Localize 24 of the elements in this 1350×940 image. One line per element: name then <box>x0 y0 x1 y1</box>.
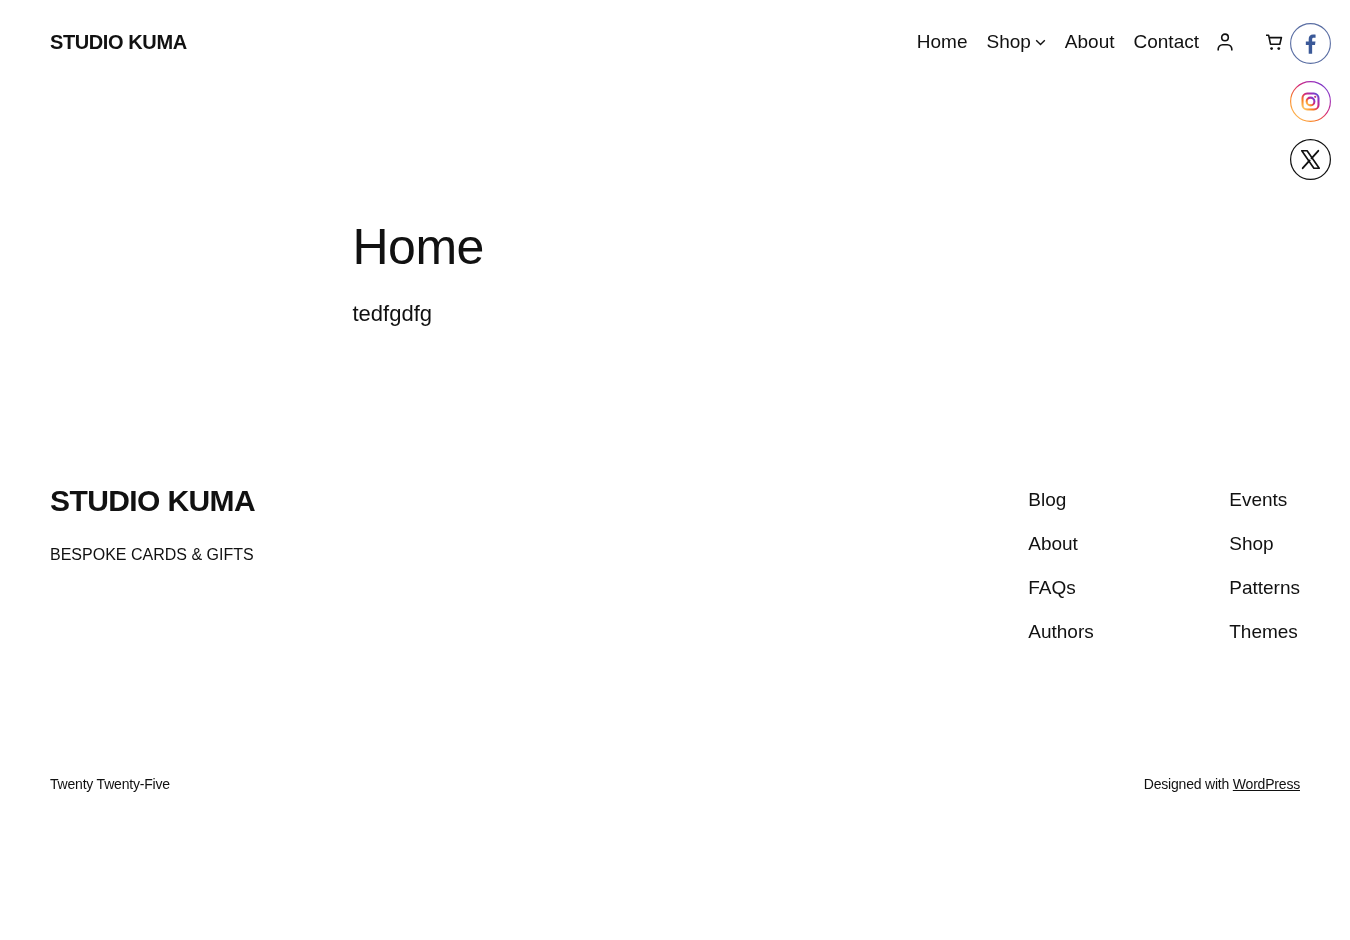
theme-credit: Twenty Twenty-Five <box>50 775 170 794</box>
nav-dropdown[interactable]: Shop <box>986 29 1046 55</box>
facebook-icon[interactable] <box>1290 23 1331 64</box>
wordpress-link[interactable]: WordPress <box>1232 776 1300 792</box>
nav-link[interactable]: Home <box>916 29 968 55</box>
footer-link[interactable]: Shop <box>1229 530 1274 558</box>
footer-site-title[interactable]: STUDIO KUMA <box>50 483 256 519</box>
page-title: Home <box>352 218 485 277</box>
instagram-icon[interactable] <box>1290 81 1331 122</box>
footer-link[interactable]: Authors <box>1028 618 1094 646</box>
nav-link[interactable]: Contact <box>1133 29 1199 55</box>
footer-link[interactable]: Events <box>1229 486 1288 514</box>
designed-with-text: Designed with WordPress <box>1143 775 1300 794</box>
footer-link[interactable]: Themes <box>1229 618 1298 646</box>
page-text: tedfgdfg <box>352 300 433 328</box>
site-title[interactable]: STUDIO KUMA <box>50 30 187 54</box>
footer-link[interactable]: FAQs <box>1028 574 1076 602</box>
x-logo-icon[interactable] <box>1290 139 1331 180</box>
footer-link[interactable]: About <box>1028 530 1078 558</box>
site-tagline: BESPOKE CARDS & GIFTS <box>50 545 254 565</box>
chevron-down-icon <box>1034 38 1046 46</box>
footer-link[interactable]: Patterns <box>1229 574 1300 602</box>
nav-link[interactable]: About <box>1064 29 1115 55</box>
footer-link[interactable]: Blog <box>1028 486 1067 514</box>
